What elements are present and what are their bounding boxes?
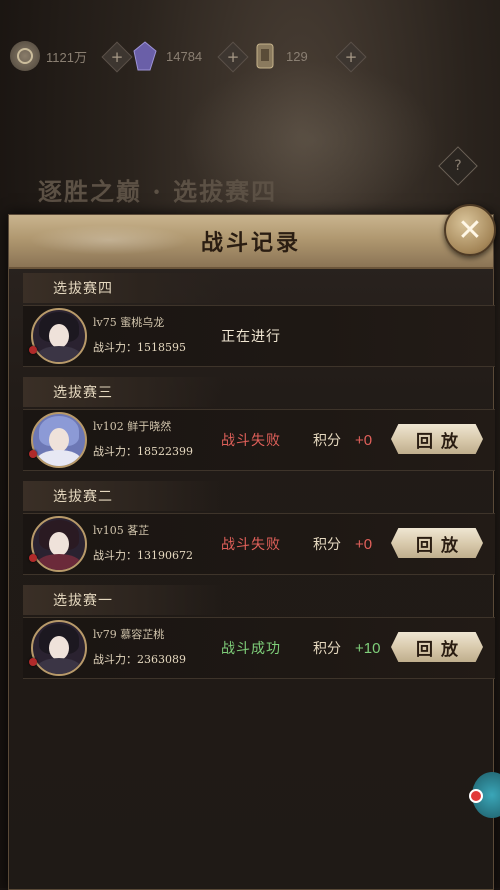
opponent-avatar[interactable]: [31, 620, 87, 676]
score-label: 积分: [313, 433, 341, 449]
round-label: 选拔赛四: [23, 273, 223, 303]
opponent-avatar[interactable]: [31, 516, 87, 572]
resource-crystal: 14784: [130, 38, 202, 74]
coin-value: 1121万: [46, 49, 87, 65]
avatar-badge-icon: [29, 554, 37, 562]
battle-record-panel: 战斗记录 选拔赛四 lv75 蜜桃乌龙 战斗力：1518595 正在进行 选拔赛…: [8, 214, 495, 890]
resource-bar: 1121万 + 14784 + 129 +: [0, 38, 500, 74]
avatar-badge-icon: [29, 450, 37, 458]
scroll-value: 129: [286, 48, 308, 64]
panel-title: 战斗记录: [200, 230, 301, 256]
battle-result: 战斗失败: [221, 537, 281, 553]
coin-icon: [10, 41, 40, 71]
record-row: lv79 慕容芷桃 战斗力：2363089 战斗成功 积分 +10 回放: [23, 617, 495, 679]
opponent-name: lv105 茖芷: [93, 524, 150, 537]
record-row: lv105 茖芷 战斗力：13190672 战斗失败 积分 +0 回放: [23, 513, 495, 575]
notification-dot-icon: [469, 789, 483, 803]
crystal-icon: [130, 41, 160, 71]
resource-scroll: 129: [250, 38, 308, 74]
avatar-badge-icon: [29, 658, 37, 666]
add-scroll-button[interactable]: +: [335, 41, 367, 73]
help-icon: ?: [454, 158, 462, 174]
scroll-icon: [250, 41, 280, 71]
add-crystal-button[interactable]: +: [217, 41, 249, 73]
score-value: +10: [355, 639, 381, 657]
record-row: lv75 蜜桃乌龙 战斗力：1518595 正在进行: [23, 305, 495, 367]
avatar-badge-icon: [29, 346, 37, 354]
record-row: lv102 鲜于晓然 战斗力：18522399 战斗失败 积分 +0 回放: [23, 409, 495, 471]
opponent-name: lv75 蜜桃乌龙: [93, 316, 165, 329]
replay-button[interactable]: 回放: [391, 528, 483, 558]
round-label: 选拔赛二: [23, 481, 223, 511]
add-coin-button[interactable]: +: [101, 41, 133, 73]
battle-result: 战斗失败: [221, 433, 281, 449]
battle-result: 战斗成功: [221, 641, 281, 657]
score-value: +0: [355, 535, 373, 553]
round-label: 选拔赛三: [23, 377, 223, 407]
opponent-power: 战斗力：18522399: [93, 445, 193, 458]
background-stage-title: 逐胜之巅 · 选拔赛四: [38, 177, 278, 206]
opponent-power: 战斗力：1518595: [93, 341, 186, 354]
opponent-avatar[interactable]: [31, 412, 87, 468]
score-label: 积分: [313, 537, 341, 553]
score-label: 积分: [313, 641, 341, 657]
close-button[interactable]: ✕: [444, 204, 496, 256]
replay-button[interactable]: 回放: [391, 632, 483, 662]
panel-header: 战斗记录: [9, 215, 493, 269]
replay-button[interactable]: 回放: [391, 424, 483, 454]
opponent-avatar[interactable]: [31, 308, 87, 364]
battle-result: 正在进行: [221, 329, 281, 345]
close-icon: ✕: [457, 212, 483, 248]
crystal-value: 14784: [166, 48, 203, 64]
resource-coin: 1121万: [10, 38, 87, 74]
opponent-name: lv102 鲜于晓然: [93, 420, 172, 433]
round-label: 选拔赛一: [23, 585, 223, 615]
opponent-power: 战斗力：2363089: [93, 653, 186, 666]
score-value: +0: [355, 431, 373, 449]
opponent-name: lv79 慕容芷桃: [93, 628, 165, 641]
opponent-power: 战斗力：13190672: [93, 549, 193, 562]
